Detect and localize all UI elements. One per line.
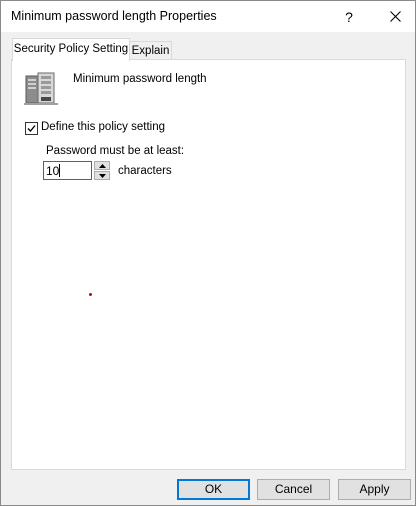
- tab-security-policy-setting[interactable]: Security Policy Setting: [12, 38, 130, 61]
- help-button[interactable]: ?: [327, 1, 371, 32]
- arrow-up-icon: [98, 163, 106, 168]
- password-length-input[interactable]: [43, 161, 92, 180]
- title-bar[interactable]: Minimum password length Properties ?: [1, 1, 415, 32]
- define-policy-label[interactable]: Define this policy setting: [41, 121, 165, 133]
- properties-dialog: Minimum password length Properties ? Sec…: [0, 0, 416, 506]
- tab-explain[interactable]: Explain: [129, 41, 172, 61]
- spin-down-button[interactable]: [94, 171, 110, 180]
- window-title: Minimum password length Properties: [11, 9, 217, 23]
- cancel-button[interactable]: Cancel: [257, 479, 330, 500]
- server-icon: [24, 72, 58, 105]
- password-length-label: Password must be at least:: [46, 145, 185, 157]
- close-button[interactable]: [373, 1, 416, 32]
- policy-name: Minimum password length: [73, 73, 207, 85]
- unit-label: characters: [118, 165, 172, 177]
- text-caret: [59, 164, 60, 177]
- spin-up-button[interactable]: [94, 161, 110, 170]
- define-policy-checkbox[interactable]: [25, 122, 38, 135]
- checkmark-icon: [27, 125, 36, 132]
- red-dot-marker: [89, 293, 92, 296]
- ok-button[interactable]: OK: [177, 479, 250, 500]
- close-icon: [389, 11, 401, 22]
- arrow-down-icon: [98, 173, 106, 178]
- help-icon: ?: [345, 8, 353, 25]
- apply-button[interactable]: Apply: [338, 479, 411, 500]
